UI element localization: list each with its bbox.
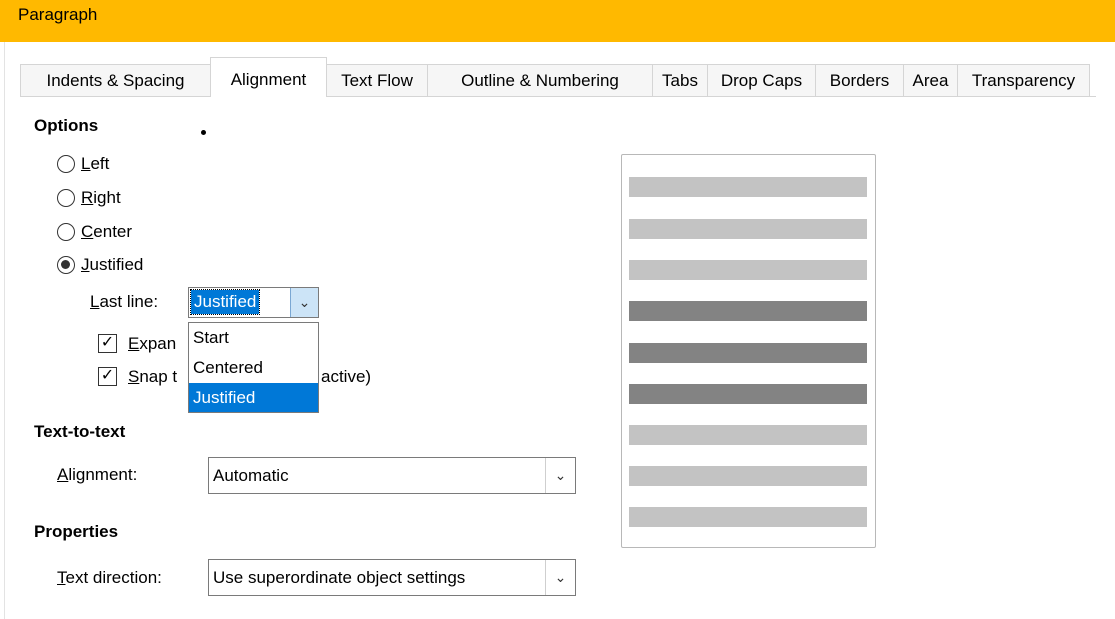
radio-justified-circle[interactable] [57, 256, 75, 274]
radio-left-circle[interactable] [57, 155, 75, 173]
text-to-text-heading: Text-to-text [34, 422, 126, 441]
chevron-down-icon[interactable]: ⌄ [290, 288, 318, 317]
chevron-down-icon[interactable]: ⌄ [545, 458, 575, 493]
radio-center[interactable]: Center [57, 219, 177, 245]
tab-outline-numbering[interactable]: Outline & Numbering [427, 64, 653, 96]
tab-drop-caps[interactable]: Drop Caps [707, 64, 816, 96]
option-justified[interactable]: Justified [189, 383, 318, 412]
preview-line [629, 177, 867, 197]
tab-borders[interactable]: Borders [815, 64, 904, 96]
last-line-dropdown[interactable]: Justified ⌄ [188, 287, 319, 318]
dialog-title: Paragraph [18, 5, 98, 24]
tab-alignment[interactable]: Alignment [210, 57, 327, 97]
text-alignment-value: Automatic [213, 466, 289, 485]
radio-right-circle[interactable] [57, 189, 75, 207]
radio-justified[interactable]: Justified [57, 252, 177, 278]
last-line-value: Justified [189, 289, 261, 315]
tab-transparency[interactable]: Transparency [957, 64, 1090, 96]
preview-line [629, 343, 867, 363]
chevron-down-icon[interactable]: ⌄ [545, 560, 575, 595]
snap-checkbox-label[interactable]: Snap t [128, 364, 177, 390]
mouse-pointer-dot [201, 130, 206, 135]
tab-tabs[interactable]: Tabs [652, 64, 708, 96]
properties-heading: Properties [34, 522, 119, 541]
client-edge [4, 42, 5, 619]
dialog-titlebar [0, 0, 1115, 42]
option-centered[interactable]: Centered [189, 353, 318, 382]
radio-right[interactable]: Right [57, 185, 177, 211]
text-direction-dropdown[interactable]: Use superordinate object settings ⌄ [208, 559, 576, 596]
alignment-preview [621, 154, 876, 548]
options-heading: Options [34, 116, 99, 135]
preview-line [629, 219, 867, 239]
radio-center-circle[interactable] [57, 223, 75, 241]
preview-line [629, 384, 867, 404]
last-line-label: Last line: [90, 292, 159, 311]
text-direction-label: Text direction: [57, 568, 162, 587]
last-line-options-list[interactable]: Start Centered Justified [188, 322, 319, 413]
text-direction-value: Use superordinate object settings [213, 568, 466, 587]
alignment-label: Alignment: [57, 465, 138, 484]
radio-left[interactable]: Left [57, 151, 177, 177]
tab-panel-border [20, 96, 1096, 97]
tab-area[interactable]: Area [903, 64, 958, 96]
preview-line [629, 466, 867, 486]
tab-text-flow[interactable]: Text Flow [326, 64, 428, 96]
snap-checkbox[interactable]: ✓ [98, 367, 117, 386]
preview-line [629, 425, 867, 445]
tab-indents-spacing[interactable]: Indents & Spacing [20, 64, 211, 96]
snap-checkbox-label-tail: active) [321, 367, 372, 386]
expand-checkbox-label[interactable]: Expan [128, 331, 176, 357]
text-alignment-dropdown[interactable]: Automatic ⌄ [208, 457, 576, 494]
preview-line [629, 507, 867, 527]
preview-line [629, 301, 867, 321]
option-start[interactable]: Start [189, 323, 318, 352]
expand-checkbox[interactable]: ✓ [98, 334, 117, 353]
preview-line [629, 260, 867, 280]
